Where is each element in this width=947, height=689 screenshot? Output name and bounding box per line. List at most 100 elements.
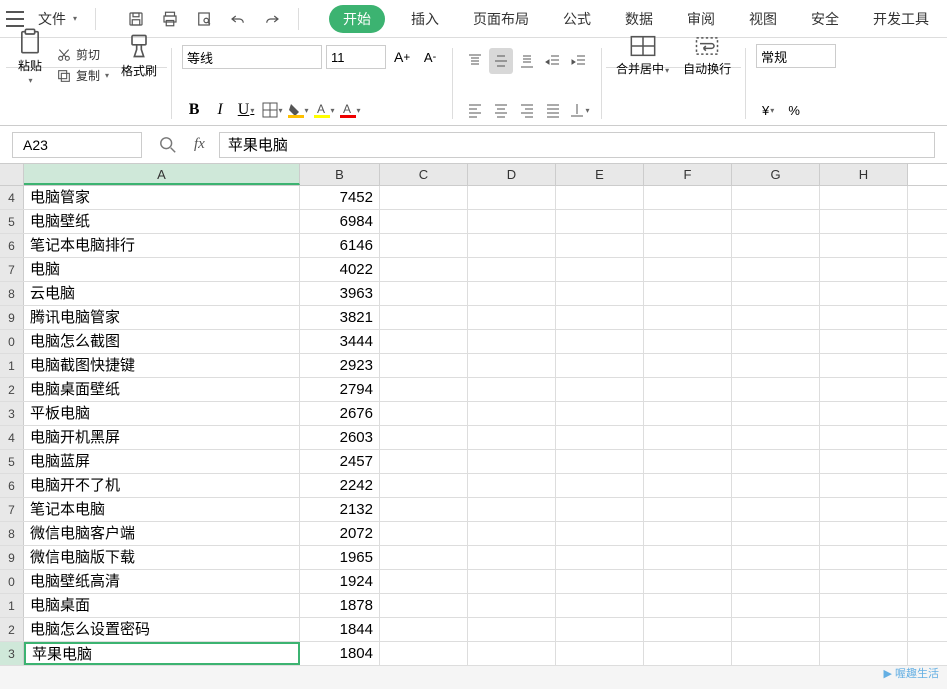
cell[interactable] bbox=[820, 594, 908, 617]
cell[interactable] bbox=[644, 594, 732, 617]
cell[interactable] bbox=[732, 210, 820, 233]
cell[interactable] bbox=[380, 402, 468, 425]
cell[interactable] bbox=[556, 642, 644, 665]
cell[interactable] bbox=[732, 426, 820, 449]
cell[interactable] bbox=[380, 186, 468, 209]
cell[interactable]: 1804 bbox=[300, 642, 380, 665]
cell[interactable] bbox=[820, 618, 908, 641]
cell[interactable]: 3963 bbox=[300, 282, 380, 305]
cell[interactable] bbox=[644, 186, 732, 209]
tab-formula[interactable]: 公式 bbox=[555, 5, 599, 33]
cell[interactable] bbox=[380, 594, 468, 617]
row-header[interactable]: 3 bbox=[0, 642, 24, 665]
cell[interactable] bbox=[468, 546, 556, 569]
cell[interactable] bbox=[644, 618, 732, 641]
cell[interactable] bbox=[380, 426, 468, 449]
cell[interactable]: 1965 bbox=[300, 546, 380, 569]
cell[interactable]: 2794 bbox=[300, 378, 380, 401]
cell[interactable]: 电脑开不了机 bbox=[24, 474, 300, 497]
cell[interactable] bbox=[732, 594, 820, 617]
decrease-font-icon[interactable]: A- bbox=[418, 44, 442, 70]
row-header[interactable]: 9 bbox=[0, 546, 24, 569]
cell[interactable] bbox=[468, 498, 556, 521]
increase-indent-icon[interactable] bbox=[567, 48, 591, 74]
select-all-corner[interactable] bbox=[0, 164, 24, 185]
cell[interactable] bbox=[732, 498, 820, 521]
cell[interactable] bbox=[556, 546, 644, 569]
cell[interactable] bbox=[732, 330, 820, 353]
cell[interactable] bbox=[380, 546, 468, 569]
cell[interactable]: 1844 bbox=[300, 618, 380, 641]
cut-button[interactable]: 剪切 bbox=[54, 44, 111, 65]
cell[interactable] bbox=[556, 234, 644, 257]
cell[interactable]: 电脑截图快捷键 bbox=[24, 354, 300, 377]
cell[interactable] bbox=[556, 402, 644, 425]
cell[interactable]: 平板电脑 bbox=[24, 402, 300, 425]
cell[interactable]: 电脑开机黑屏 bbox=[24, 426, 300, 449]
column-header-C[interactable]: C bbox=[380, 164, 468, 185]
row-header[interactable]: 6 bbox=[0, 474, 24, 497]
cell[interactable] bbox=[644, 282, 732, 305]
cell[interactable] bbox=[380, 450, 468, 473]
cell[interactable] bbox=[820, 450, 908, 473]
cell[interactable]: 电脑壁纸高清 bbox=[24, 570, 300, 593]
cell[interactable] bbox=[380, 474, 468, 497]
cell[interactable] bbox=[644, 546, 732, 569]
cell[interactable] bbox=[468, 594, 556, 617]
cell[interactable] bbox=[732, 282, 820, 305]
cell[interactable] bbox=[468, 450, 556, 473]
cell[interactable] bbox=[732, 186, 820, 209]
save-icon[interactable] bbox=[124, 6, 148, 32]
cell[interactable] bbox=[468, 330, 556, 353]
print-icon[interactable] bbox=[158, 6, 182, 32]
cell[interactable] bbox=[380, 330, 468, 353]
row-header[interactable]: 4 bbox=[0, 426, 24, 449]
highlight-color-button[interactable]: A▾ bbox=[312, 97, 336, 123]
cell[interactable] bbox=[468, 522, 556, 545]
row-header[interactable]: 9 bbox=[0, 306, 24, 329]
formula-input[interactable] bbox=[219, 132, 935, 158]
column-header-H[interactable]: H bbox=[820, 164, 908, 185]
cell[interactable] bbox=[820, 210, 908, 233]
cell[interactable] bbox=[556, 186, 644, 209]
cell[interactable] bbox=[468, 354, 556, 377]
cell[interactable] bbox=[644, 522, 732, 545]
column-header-G[interactable]: G bbox=[732, 164, 820, 185]
cell[interactable] bbox=[556, 618, 644, 641]
row-header[interactable]: 5 bbox=[0, 450, 24, 473]
cell[interactable] bbox=[732, 306, 820, 329]
cell[interactable] bbox=[820, 522, 908, 545]
cell[interactable] bbox=[820, 306, 908, 329]
cell[interactable] bbox=[732, 234, 820, 257]
tab-data[interactable]: 数据 bbox=[617, 5, 661, 33]
cell[interactable] bbox=[732, 378, 820, 401]
row-header[interactable]: 3 bbox=[0, 402, 24, 425]
paste-button[interactable]: 粘贴▾ bbox=[12, 25, 48, 87]
merge-center-button[interactable]: 合并居中▾ bbox=[612, 32, 673, 79]
cell[interactable]: 电脑蓝屏 bbox=[24, 450, 300, 473]
cell[interactable] bbox=[820, 642, 908, 665]
cell[interactable] bbox=[732, 546, 820, 569]
cell[interactable] bbox=[380, 234, 468, 257]
cell[interactable] bbox=[468, 378, 556, 401]
wrap-text-button[interactable]: 自动换行 bbox=[679, 32, 735, 79]
cell[interactable]: 3444 bbox=[300, 330, 380, 353]
font-size-select[interactable] bbox=[326, 45, 386, 69]
cell[interactable]: 云电脑 bbox=[24, 282, 300, 305]
cell[interactable] bbox=[732, 618, 820, 641]
align-middle-icon[interactable] bbox=[489, 48, 513, 74]
cell[interactable]: 7452 bbox=[300, 186, 380, 209]
cell[interactable] bbox=[732, 258, 820, 281]
tab-page-layout[interactable]: 页面布局 bbox=[465, 5, 537, 33]
undo-icon[interactable] bbox=[226, 6, 250, 32]
cell[interactable] bbox=[732, 354, 820, 377]
cell[interactable] bbox=[468, 474, 556, 497]
tab-review[interactable]: 审阅 bbox=[679, 5, 723, 33]
cell[interactable]: 1878 bbox=[300, 594, 380, 617]
tab-developer[interactable]: 开发工具 bbox=[865, 5, 937, 33]
row-header[interactable]: 7 bbox=[0, 258, 24, 281]
cell[interactable]: 6146 bbox=[300, 234, 380, 257]
cell[interactable] bbox=[556, 474, 644, 497]
row-header[interactable]: 6 bbox=[0, 234, 24, 257]
cell[interactable]: 电脑桌面壁纸 bbox=[24, 378, 300, 401]
